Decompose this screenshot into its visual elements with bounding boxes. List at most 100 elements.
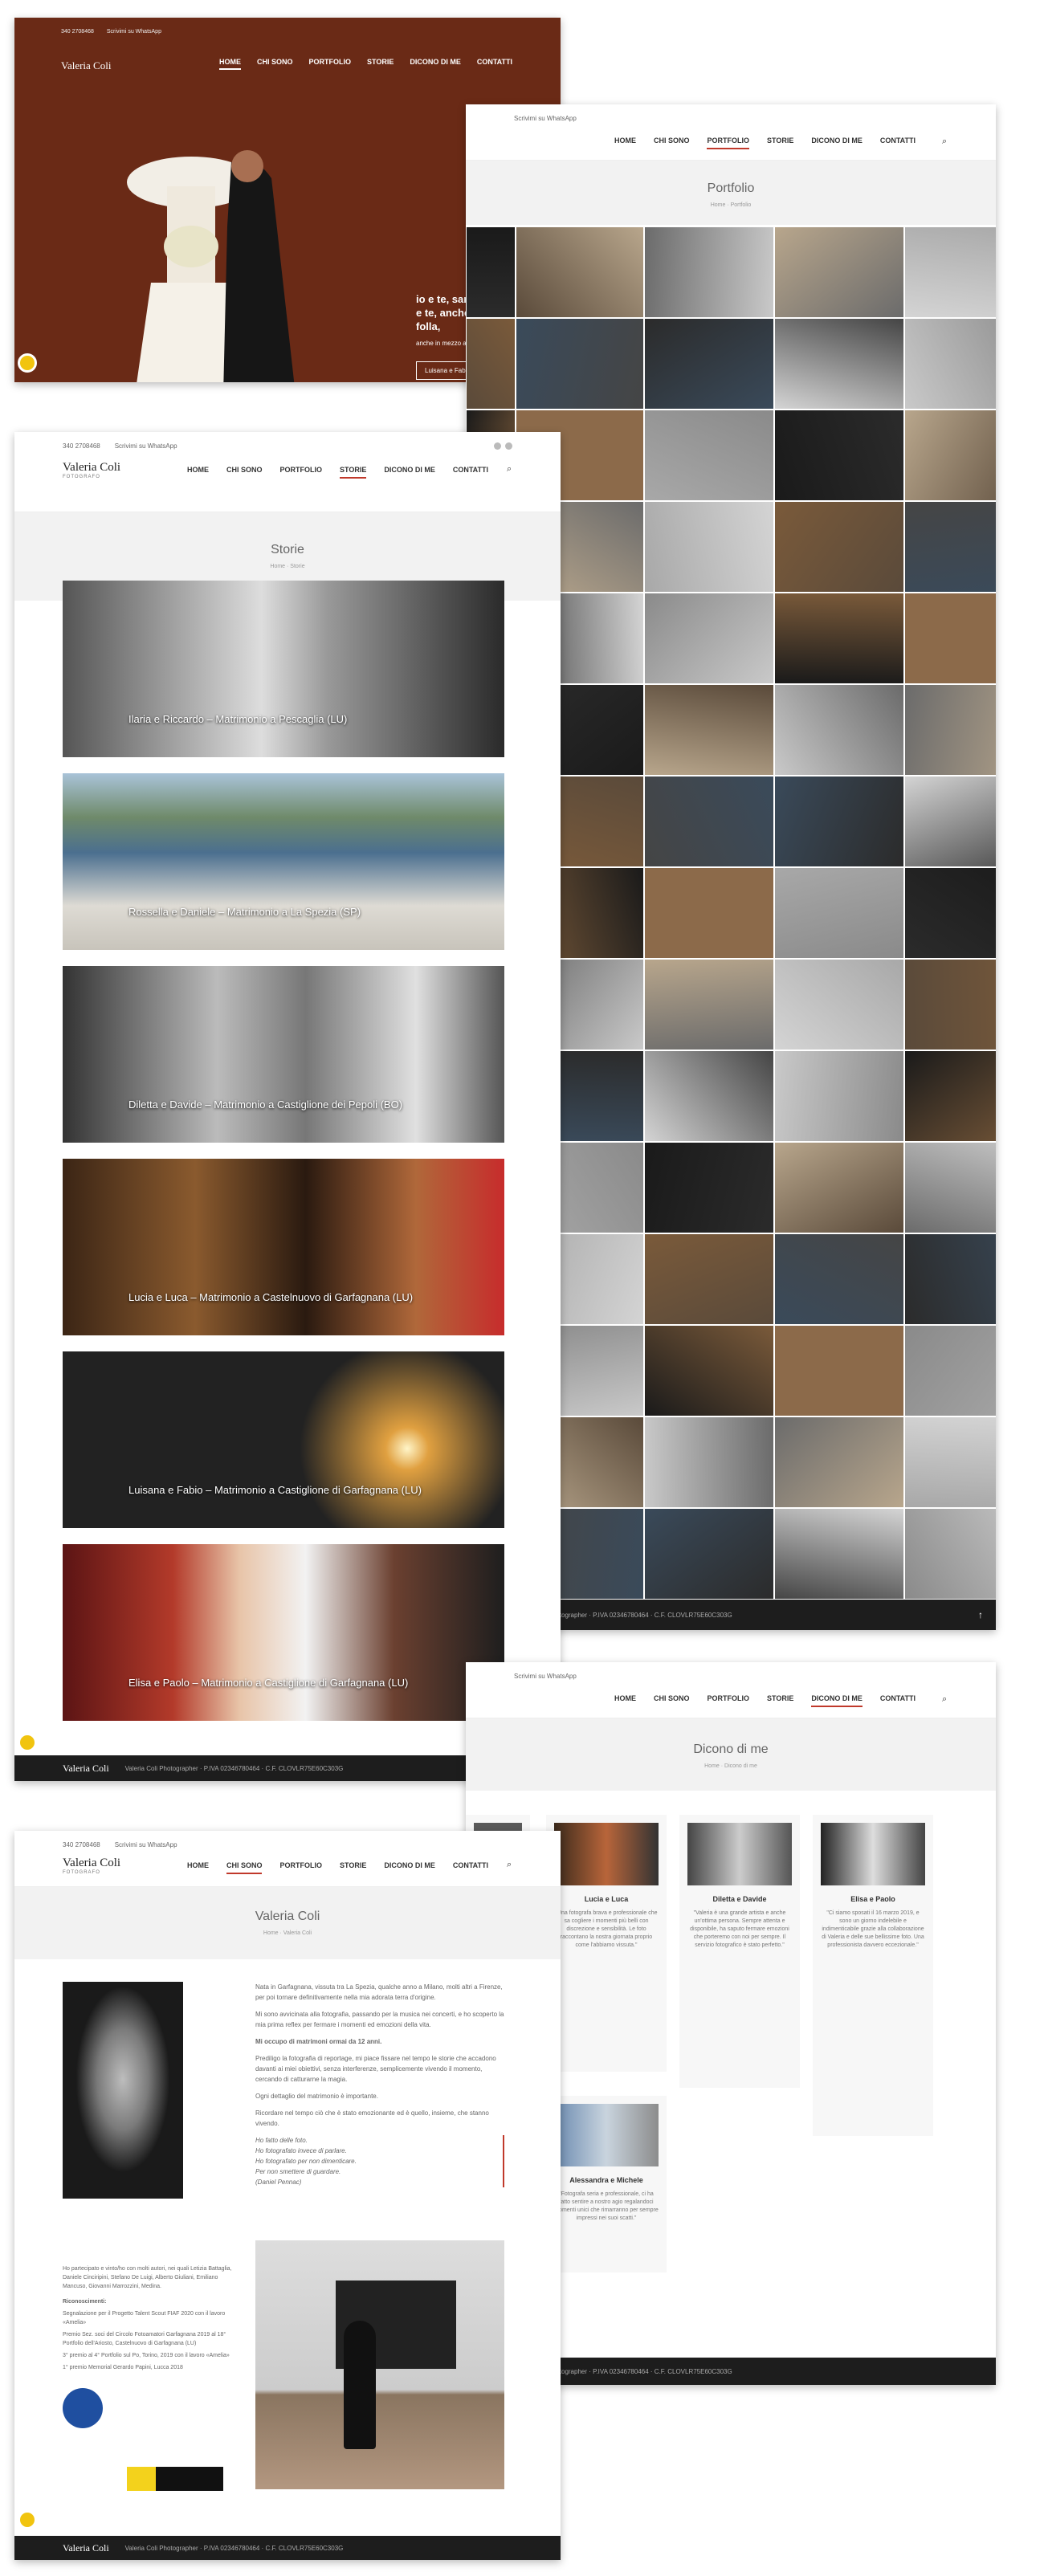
nav-dicono[interactable]: DICONO DI ME	[410, 58, 461, 70]
nav-dicono[interactable]: DICONO DI ME	[384, 1861, 435, 1874]
portfolio-photo[interactable]	[644, 1233, 774, 1325]
portfolio-photo[interactable]	[466, 318, 516, 410]
whatsapp-link[interactable]: Scrivimi su WhatsApp	[107, 29, 161, 35]
whatsapp-link[interactable]: Scrivimi su WhatsApp	[514, 115, 577, 122]
nav-chi-sono[interactable]: CHI SONO	[257, 58, 293, 70]
nav-portfolio[interactable]: PORTFOLIO	[308, 58, 351, 70]
portfolio-photo[interactable]	[904, 1142, 996, 1233]
site-logo[interactable]: Valeria Coli	[61, 59, 111, 72]
portfolio-photo[interactable]	[904, 226, 996, 318]
breadcrumb[interactable]: Home · Valeria Coli	[14, 1930, 561, 1936]
site-logo[interactable]: Valeria Coli FOTOGRAFO	[63, 462, 120, 482]
search-icon[interactable]: ⌕	[942, 137, 952, 146]
nav-home[interactable]: HOME	[614, 1694, 636, 1707]
portfolio-photo[interactable]	[644, 1508, 774, 1600]
portfolio-photo[interactable]	[774, 1508, 904, 1600]
nav-storie[interactable]: STORIE	[339, 466, 367, 479]
nav-portfolio[interactable]: PORTFOLIO	[707, 1694, 749, 1707]
nav-dicono[interactable]: DICONO DI ME	[384, 466, 435, 479]
portfolio-photo[interactable]	[774, 410, 904, 501]
story-card[interactable]: Diletta e Davide – Matrimonio a Castigli…	[63, 966, 504, 1143]
portfolio-photo[interactable]	[774, 776, 904, 867]
portfolio-photo[interactable]	[774, 1142, 904, 1233]
portfolio-photo[interactable]	[904, 684, 996, 776]
footer-logo[interactable]: Valeria Coli	[63, 1763, 109, 1775]
story-title[interactable]: Rossella e Daniele – Matrimonio a La Spe…	[128, 906, 361, 918]
portfolio-photo[interactable]	[904, 1416, 996, 1508]
portfolio-photo[interactable]	[644, 501, 774, 593]
nav-chi-sono[interactable]: CHI SONO	[654, 137, 690, 149]
breadcrumb[interactable]: Home · Storie	[14, 564, 561, 569]
story-title[interactable]: Luisana e Fabio – Matrimonio a Castiglio…	[128, 1484, 422, 1496]
phone-link[interactable]: 340 2708468	[63, 1841, 100, 1848]
portfolio-photo[interactable]	[904, 1325, 996, 1416]
portfolio-photo[interactable]	[774, 867, 904, 959]
breadcrumb[interactable]: Home · Dicono di me	[466, 1763, 996, 1769]
story-card[interactable]: Lucia e Luca – Matrimonio a Castelnuovo …	[63, 1159, 504, 1335]
portfolio-photo[interactable]	[644, 593, 774, 684]
whatsapp-float-icon[interactable]	[18, 1733, 37, 1752]
portfolio-photo[interactable]	[466, 226, 516, 318]
portfolio-photo[interactable]	[774, 226, 904, 318]
nav-chi-sono[interactable]: CHI SONO	[226, 466, 263, 479]
nav-portfolio[interactable]: PORTFOLIO	[707, 137, 749, 149]
portfolio-photo[interactable]	[774, 593, 904, 684]
portfolio-photo[interactable]	[644, 1416, 774, 1508]
nav-storie[interactable]: STORIE	[767, 1694, 793, 1707]
portfolio-photo[interactable]	[904, 1233, 996, 1325]
portfolio-photo[interactable]	[516, 226, 644, 318]
nav-storie[interactable]: STORIE	[367, 58, 394, 70]
portfolio-photo[interactable]	[644, 226, 774, 318]
search-icon[interactable]: ⌕	[942, 1694, 952, 1704]
nav-home[interactable]: HOME	[187, 466, 209, 479]
whatsapp-float-icon[interactable]	[18, 2510, 37, 2529]
portfolio-photo[interactable]	[516, 318, 644, 410]
portfolio-photo[interactable]	[774, 1050, 904, 1142]
story-title[interactable]: Diletta e Davide – Matrimonio a Castigli…	[128, 1098, 402, 1111]
portfolio-photo[interactable]	[774, 684, 904, 776]
nav-chi-sono[interactable]: CHI SONO	[226, 1861, 263, 1874]
site-logo[interactable]: Valeria Coli FOTOGRAFO	[63, 1857, 120, 1877]
scroll-top-icon[interactable]: ↑	[978, 1609, 983, 1620]
portfolio-photo[interactable]	[644, 318, 774, 410]
nav-contatti[interactable]: CONTATTI	[477, 58, 512, 70]
nav-dicono[interactable]: DICONO DI ME	[811, 1694, 863, 1707]
story-card[interactable]: Elisa e Paolo – Matrimonio a Castiglione…	[63, 1544, 504, 1721]
nav-home[interactable]: HOME	[187, 1861, 209, 1874]
portfolio-photo[interactable]	[904, 776, 996, 867]
whatsapp-float-icon[interactable]	[18, 353, 37, 373]
nav-dicono[interactable]: DICONO DI ME	[811, 137, 863, 149]
whatsapp-link[interactable]: Scrivimi su WhatsApp	[514, 1673, 577, 1680]
portfolio-photo[interactable]	[644, 410, 774, 501]
nav-portfolio[interactable]: PORTFOLIO	[279, 466, 322, 479]
portfolio-photo[interactable]	[644, 1142, 774, 1233]
portfolio-photo[interactable]	[774, 1416, 904, 1508]
story-card[interactable]: Rossella e Daniele – Matrimonio a La Spe…	[63, 773, 504, 950]
portfolio-photo[interactable]	[904, 593, 996, 684]
nav-storie[interactable]: STORIE	[767, 137, 793, 149]
portfolio-photo[interactable]	[774, 1233, 904, 1325]
portfolio-photo[interactable]	[904, 501, 996, 593]
nav-home[interactable]: HOME	[614, 137, 636, 149]
instagram-icon[interactable]	[505, 442, 512, 450]
nav-storie[interactable]: STORIE	[340, 1861, 366, 1874]
whatsapp-link[interactable]: Scrivimi su WhatsApp	[115, 1841, 177, 1848]
facebook-icon[interactable]	[494, 442, 501, 450]
portfolio-photo[interactable]	[644, 1325, 774, 1416]
portfolio-photo[interactable]	[644, 867, 774, 959]
story-card[interactable]: Luisana e Fabio – Matrimonio a Castiglio…	[63, 1351, 504, 1528]
phone-link[interactable]: 340 2708468	[63, 442, 100, 450]
whatsapp-link[interactable]: Scrivimi su WhatsApp	[115, 442, 177, 450]
search-icon[interactable]: ⌕	[507, 1860, 516, 1869]
story-title[interactable]: Elisa e Paolo – Matrimonio a Castiglione…	[128, 1677, 408, 1689]
nav-chi-sono[interactable]: CHI SONO	[654, 1694, 690, 1707]
portfolio-photo[interactable]	[904, 867, 996, 959]
nav-contatti[interactable]: CONTATTI	[880, 1694, 916, 1707]
portfolio-photo[interactable]	[904, 410, 996, 501]
search-icon[interactable]: ⌕	[507, 464, 516, 474]
portfolio-photo[interactable]	[774, 959, 904, 1050]
portfolio-photo[interactable]	[644, 1050, 774, 1142]
phone-link[interactable]: 340 2708468	[61, 29, 94, 35]
portfolio-photo[interactable]	[904, 318, 996, 410]
story-title[interactable]: Lucia e Luca – Matrimonio a Castelnuovo …	[128, 1291, 413, 1303]
